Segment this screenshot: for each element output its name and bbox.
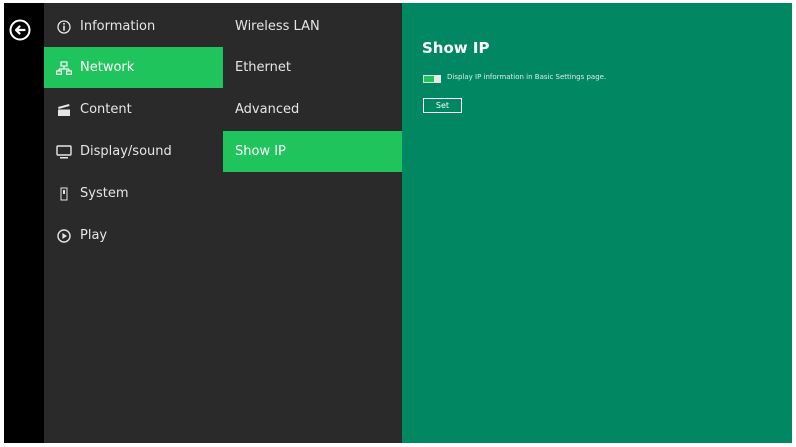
menu-item-label: System	[80, 186, 129, 201]
submenu-item-wireless-lan[interactable]: Wireless LAN	[223, 6, 402, 47]
system-icon	[56, 186, 72, 202]
app-window: Information Network Content Display/soun…	[4, 3, 792, 443]
menu-item-label: Display/sound	[80, 144, 172, 159]
main-menu: Information Network Content Display/soun…	[44, 3, 223, 443]
menu-item-label: Information	[80, 19, 156, 34]
menu-item-content[interactable]: Content	[44, 89, 223, 130]
display-icon	[56, 144, 72, 160]
menu-item-play[interactable]: Play	[44, 215, 223, 256]
submenu-item-advanced[interactable]: Advanced	[223, 89, 402, 130]
menu-item-label: Content	[80, 102, 132, 117]
set-button[interactable]: Set	[423, 98, 462, 113]
menu-item-network[interactable]: Network	[44, 47, 223, 88]
play-icon	[56, 228, 72, 244]
menu-item-label: Network	[80, 60, 135, 75]
submenu-item-label: Advanced	[235, 102, 300, 117]
sub-menu: Wireless LAN Ethernet Advanced Show IP	[223, 3, 402, 443]
network-icon	[56, 60, 72, 76]
back-column	[4, 3, 44, 443]
back-arrow-icon[interactable]	[9, 19, 31, 41]
submenu-item-label: Show IP	[235, 144, 286, 159]
submenu-item-show-ip[interactable]: Show IP	[223, 131, 402, 172]
info-icon	[56, 19, 72, 35]
menu-item-display-sound[interactable]: Display/sound	[44, 131, 223, 172]
submenu-item-label: Wireless LAN	[235, 19, 320, 34]
submenu-item-label: Ethernet	[235, 60, 291, 75]
page-title: Show IP	[422, 39, 490, 57]
settings-panel: Show IP Display IP information in Basic …	[402, 3, 792, 443]
menu-item-information[interactable]: Information	[44, 6, 223, 47]
content-icon	[56, 102, 72, 118]
toggle-label: Display IP information in Basic Settings…	[447, 73, 607, 81]
submenu-item-ethernet[interactable]: Ethernet	[223, 47, 402, 88]
menu-item-label: Play	[80, 228, 108, 243]
toggle-indicator	[424, 76, 434, 82]
menu-item-system[interactable]: System	[44, 173, 223, 214]
show-ip-toggle[interactable]	[423, 75, 441, 83]
